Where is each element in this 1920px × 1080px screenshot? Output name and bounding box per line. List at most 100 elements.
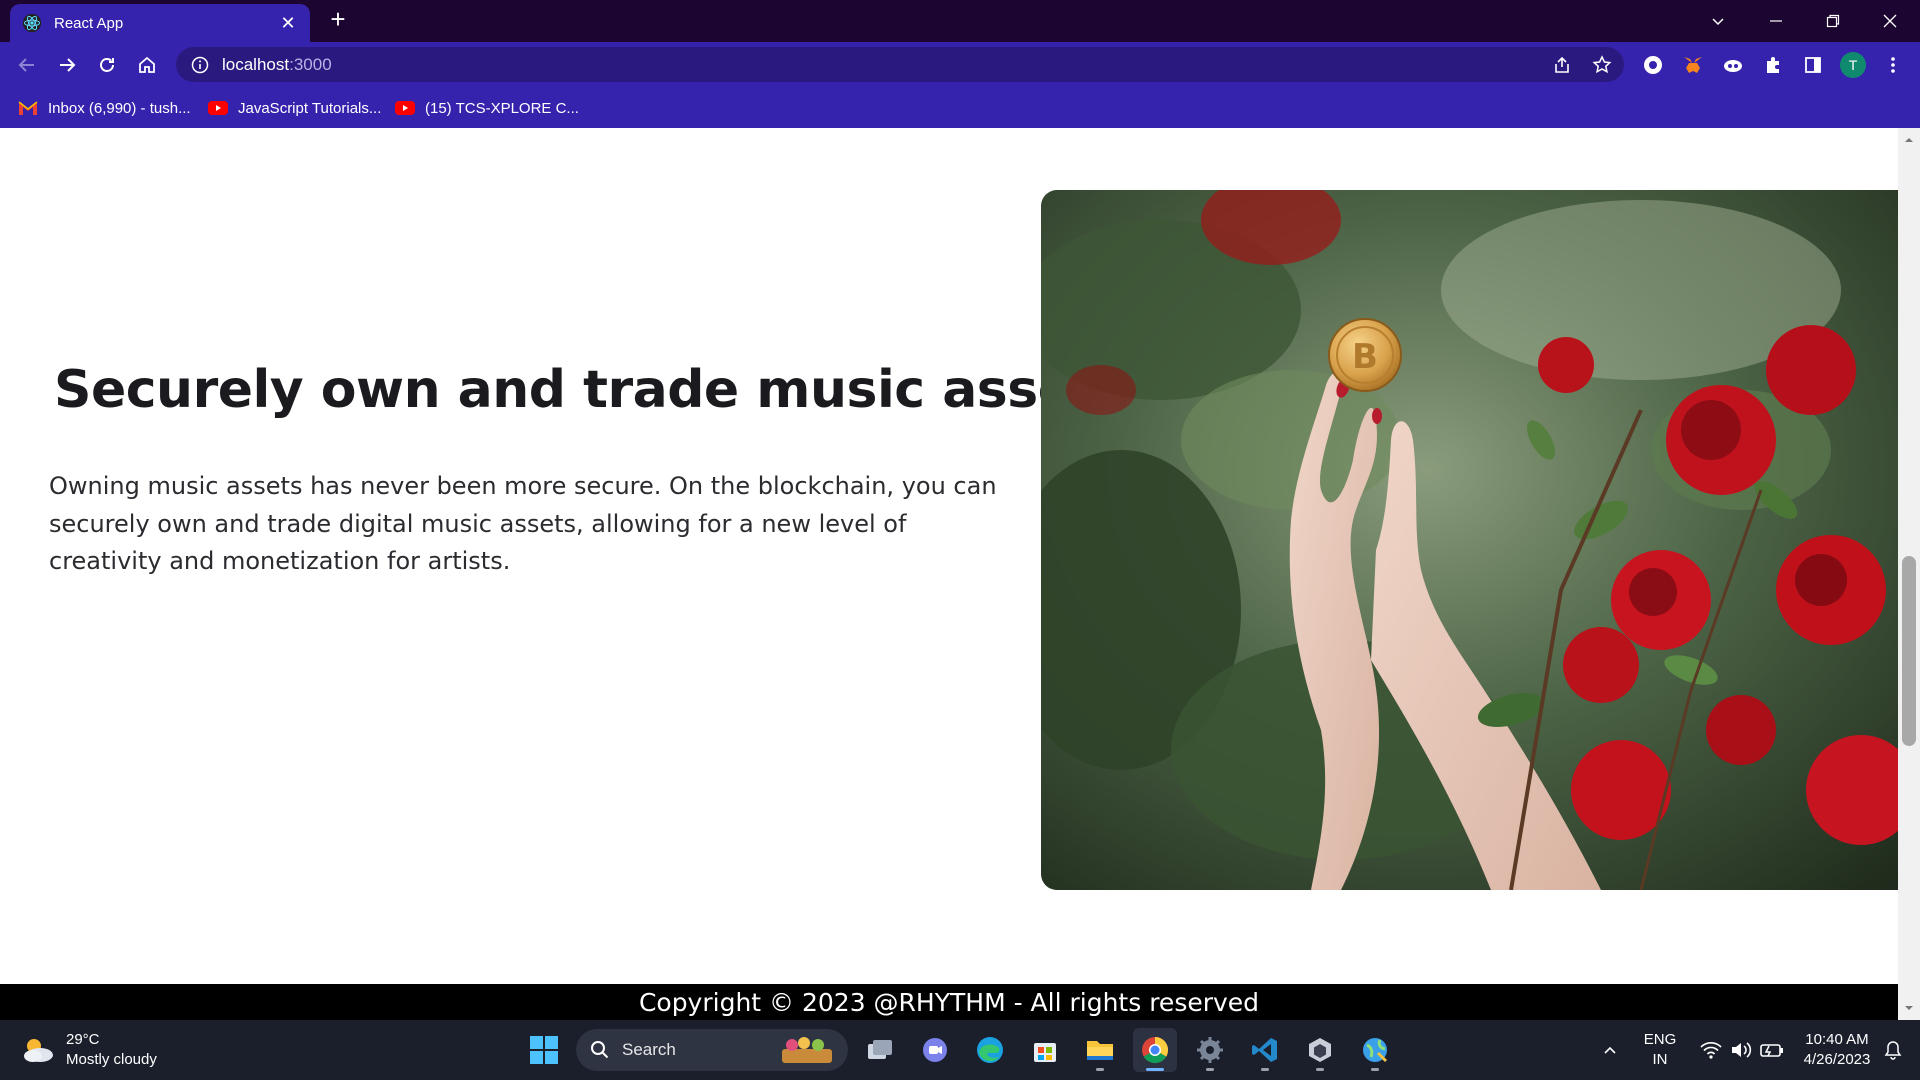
vscode-button[interactable]	[1243, 1028, 1287, 1072]
clock-time: 10:40 AM	[1805, 1031, 1869, 1048]
chevron-down-icon	[1712, 18, 1724, 26]
home-button[interactable]	[130, 48, 164, 82]
forward-arrow-icon	[60, 58, 76, 72]
clock[interactable]: 10:40 AM 4/26/2023	[1797, 1020, 1877, 1080]
file-explorer-button[interactable]	[1078, 1028, 1122, 1072]
bookmark-gmail[interactable]: Inbox (6,990) - tush...	[18, 97, 191, 119]
running-indicator	[1206, 1068, 1214, 1071]
extension-cloud-icon	[1724, 60, 1742, 72]
search-icon	[591, 1041, 609, 1059]
close-window-button[interactable]	[1862, 0, 1918, 42]
hero-paragraph: Owning music assets has never been more …	[49, 472, 997, 575]
start-button[interactable]	[522, 1028, 566, 1072]
bookmark-tcs-xplore[interactable]: (15) TCS-XPLORE C...	[395, 97, 579, 119]
language-indicator[interactable]: ENG IN	[1640, 1020, 1680, 1080]
star-icon	[1592, 55, 1612, 74]
running-indicator	[1371, 1068, 1379, 1071]
new-tab-button[interactable]: +	[324, 6, 352, 34]
notifications-button[interactable]	[1878, 1020, 1908, 1080]
running-indicator	[1316, 1068, 1324, 1071]
restore-button[interactable]	[1805, 0, 1861, 42]
cloudy-weather-icon	[24, 1039, 53, 1062]
store-icon	[1034, 1043, 1056, 1062]
edge-browser-icon	[977, 1037, 1003, 1063]
task-view-button[interactable]	[858, 1028, 902, 1072]
weather-temperature: 29°C	[66, 1031, 100, 1048]
bookmark-javascript-tutorials[interactable]: JavaScript Tutorials...	[208, 97, 381, 119]
reload-icon	[100, 58, 114, 72]
site-info-icon[interactable]	[190, 55, 210, 75]
chrome-button[interactable]	[1133, 1028, 1177, 1072]
profile-button[interactable]: T	[1838, 50, 1868, 80]
running-indicator	[1261, 1068, 1269, 1071]
battery-icon	[1760, 1044, 1783, 1057]
windows-logo-icon	[530, 1036, 558, 1064]
kebab-menu-icon	[1891, 57, 1895, 73]
notification-bell-icon	[1884, 1041, 1902, 1060]
bookmark-star-button[interactable]	[1587, 50, 1617, 80]
language-code: ENG	[1643, 1031, 1677, 1048]
forward-button[interactable]	[50, 48, 84, 82]
chrome-icon	[1142, 1036, 1169, 1064]
clock-date: 4/26/2023	[1803, 1051, 1871, 1068]
url-port: :3000	[289, 54, 332, 74]
back-button[interactable]	[10, 48, 44, 82]
scrollbar-thumb[interactable]	[1902, 556, 1916, 746]
extension-globe-icon	[1644, 56, 1662, 74]
browser-tab[interactable]: React App ✕	[10, 4, 310, 42]
restore-icon	[1826, 14, 1840, 28]
share-icon	[1555, 56, 1569, 73]
metamask-extension-button[interactable]	[1678, 50, 1708, 80]
extensions-menu-button[interactable]	[1758, 50, 1788, 80]
quick-settings-button[interactable]	[1692, 1020, 1792, 1080]
cube-app-icon	[1309, 1038, 1331, 1062]
tab-search-button[interactable]	[1690, 0, 1746, 42]
address-bar[interactable]: localhost:3000	[176, 47, 1624, 82]
microsoft-store-button[interactable]	[1023, 1028, 1067, 1072]
scroll-up-arrow-icon[interactable]	[1903, 134, 1915, 146]
extension-1-button[interactable]	[1638, 50, 1668, 80]
teams-chat-button[interactable]	[913, 1028, 957, 1072]
close-tab-icon[interactable]: ✕	[278, 13, 298, 33]
minimize-icon	[1770, 20, 1782, 22]
bookmark-label: JavaScript Tutorials...	[238, 99, 382, 117]
tab-title: React App	[54, 14, 124, 32]
share-button[interactable]	[1547, 50, 1577, 80]
settings-button[interactable]	[1188, 1028, 1232, 1072]
taskbar-search[interactable]: Search	[576, 1029, 848, 1071]
browser-menu-button[interactable]	[1878, 50, 1908, 80]
svg-text:B: B	[1352, 337, 1378, 377]
search-highlight-icon	[782, 1037, 832, 1063]
weather-condition: Mostly cloudy	[66, 1051, 157, 1068]
edge-button[interactable]	[968, 1028, 1012, 1072]
gear-icon	[1197, 1037, 1223, 1063]
hero-image: B	[1041, 190, 1898, 890]
extension-3-button[interactable]	[1718, 50, 1748, 80]
task-view-icon	[868, 1040, 892, 1059]
wifi-icon	[1700, 1041, 1722, 1059]
bookmark-label: Inbox (6,990) - tush...	[48, 99, 191, 117]
hand-holding-coin-image: B	[1041, 190, 1898, 890]
react-logo-icon	[22, 13, 42, 33]
gmail-icon	[18, 101, 38, 115]
scroll-down-arrow-icon[interactable]	[1903, 1002, 1915, 1014]
remote-desktop-button[interactable]	[1353, 1028, 1397, 1072]
side-panel-icon	[1805, 57, 1821, 73]
metamask-fox-icon	[1684, 57, 1702, 73]
reload-button[interactable]	[90, 48, 124, 82]
chat-icon	[923, 1038, 947, 1062]
globe-app-icon	[1363, 1038, 1388, 1063]
page-viewport: Securely own and trade music assets. Own…	[0, 128, 1898, 985]
unity-hub-button[interactable]	[1298, 1028, 1342, 1072]
chevron-up-icon	[1604, 1046, 1616, 1054]
minimize-button[interactable]	[1748, 0, 1804, 42]
bookmark-label: (15) TCS-XPLORE C...	[425, 99, 579, 117]
page-scrollbar[interactable]	[1898, 128, 1920, 1020]
side-panel-button[interactable]	[1798, 50, 1828, 80]
show-hidden-icons-button[interactable]	[1598, 1020, 1622, 1080]
bookmarks-bar: Inbox (6,990) - tush... JavaScript Tutor…	[0, 87, 1920, 128]
browser-toolbar: localhost:3000 T	[0, 42, 1920, 87]
copyright-text: Copyright © 2023 @RHYTHM - All rights re…	[638, 987, 1260, 1017]
weather-widget[interactable]: 29°C Mostly cloudy	[20, 1030, 157, 1070]
close-icon	[1883, 14, 1897, 28]
